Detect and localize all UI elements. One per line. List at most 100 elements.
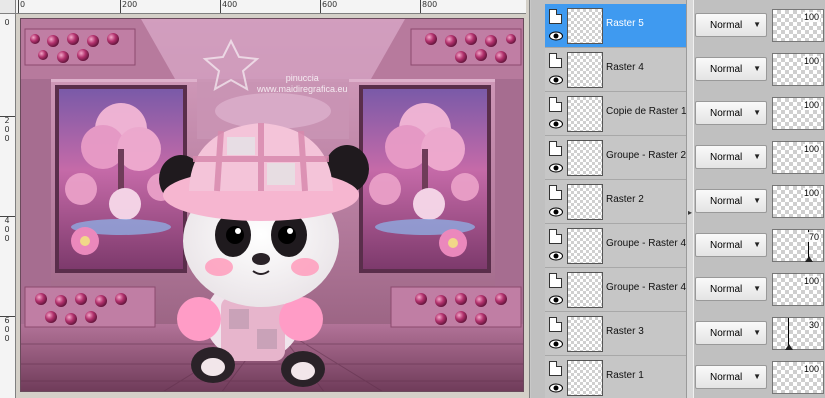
blend-mode-value: Normal: [710, 152, 743, 163]
eye-icon[interactable]: [549, 30, 563, 42]
opacity-value: 100: [802, 144, 820, 154]
layer-item[interactable]: Groupe - Raster 4: [545, 268, 686, 312]
eye-icon[interactable]: [549, 206, 563, 218]
blend-mode-dropdown[interactable]: Normal ▼: [695, 101, 767, 125]
ruler-label: 400: [222, 0, 238, 9]
canvas-workspace[interactable]: 0 200 400 600 800 0 2 0 0 4 0 0 6 0 0 pi…: [0, 0, 530, 398]
layer-name: Groupe - Raster 4: [606, 282, 686, 293]
raster-layer-icon: [549, 361, 562, 376]
layer-item[interactable]: Raster 3: [545, 312, 686, 356]
dropdown-arrow-icon: ▼: [753, 284, 761, 293]
layer-row[interactable]: Raster 4 Normal ▼ 100: [545, 48, 825, 92]
raster-layer-icon: [549, 9, 562, 24]
layer-row[interactable]: Groupe - Raster 2 Normal ▼ 100: [545, 136, 825, 180]
layer-row[interactable]: Raster 2 Normal ▼ 100: [545, 180, 825, 224]
opacity-value: 70: [807, 232, 820, 242]
layer-row[interactable]: Raster 5 Normal ▼ 100: [545, 4, 825, 48]
layer-name: Groupe - Raster 2: [606, 150, 686, 161]
layer-item[interactable]: Raster 1: [545, 356, 686, 398]
dropdown-arrow-icon: ▼: [753, 328, 761, 337]
blend-mode-value: Normal: [710, 240, 743, 251]
layer-row[interactable]: Copie de Raster 1 Normal ▼ 100: [545, 92, 825, 136]
layer-item[interactable]: Groupe - Raster 4: [545, 224, 686, 268]
opacity-slider[interactable]: 30: [772, 317, 824, 350]
layer-thumbnail: [567, 228, 603, 264]
dropdown-arrow-icon: ▼: [753, 64, 761, 73]
eye-icon[interactable]: [549, 382, 563, 394]
opacity-value: 100: [802, 276, 820, 286]
blend-mode-dropdown[interactable]: Normal ▼: [695, 13, 767, 37]
layer-name: Raster 2: [606, 194, 644, 205]
opacity-slider[interactable]: 70: [772, 229, 824, 262]
ruler-label: 0: [20, 0, 26, 9]
opacity-slider[interactable]: 100: [772, 141, 824, 174]
blend-mode-value: Normal: [710, 328, 743, 339]
eye-icon[interactable]: [549, 74, 563, 86]
raster-layer-icon: [549, 53, 562, 68]
blend-mode-dropdown[interactable]: Normal ▼: [695, 189, 767, 213]
blend-mode-dropdown[interactable]: Normal ▼: [695, 321, 767, 345]
ruler-label: 6 0 0: [4, 316, 10, 343]
blend-mode-value: Normal: [710, 284, 743, 295]
dropdown-arrow-icon: ▼: [753, 240, 761, 249]
blend-mode-dropdown[interactable]: Normal ▼: [695, 145, 767, 169]
blend-mode-value: Normal: [710, 196, 743, 207]
layer-thumbnail: [567, 96, 603, 132]
opacity-slider[interactable]: 100: [772, 97, 824, 130]
layer-thumbnail: [567, 140, 603, 176]
opacity-slider[interactable]: 100: [772, 53, 824, 86]
raster-layer-icon: [549, 97, 562, 112]
opacity-slider[interactable]: 100: [772, 273, 824, 306]
blend-mode-dropdown[interactable]: Normal ▼: [695, 57, 767, 81]
layer-thumbnail: [567, 272, 603, 308]
ruler-label: 0: [4, 18, 10, 27]
raster-layer-icon: [549, 273, 562, 288]
ruler-label: 2 0 0: [4, 116, 10, 143]
dropdown-arrow-icon: ▼: [753, 152, 761, 161]
dropdown-arrow-icon: ▼: [753, 196, 761, 205]
dropdown-arrow-icon: ▼: [753, 108, 761, 117]
image-canvas[interactable]: pinuccia www.maidiregrafica.eu: [20, 18, 524, 392]
eye-icon[interactable]: [549, 294, 563, 306]
opacity-fill: [773, 230, 809, 261]
layer-item[interactable]: Copie de Raster 1: [545, 92, 686, 136]
layer-row[interactable]: Raster 3 Normal ▼ 30: [545, 312, 825, 356]
layer-row[interactable]: Groupe - Raster 4 Normal ▼ 100: [545, 268, 825, 312]
opacity-value: 100: [802, 56, 820, 66]
layer-item[interactable]: Raster 5: [545, 4, 686, 48]
eye-icon[interactable]: [549, 118, 563, 130]
opacity-slider[interactable]: 100: [772, 9, 824, 42]
opacity-slider[interactable]: 100: [772, 361, 824, 394]
blend-mode-dropdown[interactable]: Normal ▼: [695, 365, 767, 389]
ruler-label: 600: [322, 0, 338, 9]
ruler-corner: [0, 0, 16, 14]
blend-mode-value: Normal: [710, 108, 743, 119]
opacity-pointer-icon: [805, 256, 813, 262]
blend-mode-value: Normal: [710, 20, 743, 31]
layer-item[interactable]: Groupe - Raster 2: [545, 136, 686, 180]
ruler-label: 200: [122, 0, 138, 9]
watermark-text: pinuccia www.maidiregrafica.eu: [257, 73, 348, 94]
layer-row[interactable]: Groupe - Raster 4 Normal ▼ 70: [545, 224, 825, 268]
eye-icon[interactable]: [549, 250, 563, 262]
blend-mode-dropdown[interactable]: Normal ▼: [695, 233, 767, 257]
ruler-horizontal: 0 200 400 600 800: [16, 0, 526, 14]
opacity-value: 30: [807, 320, 820, 330]
blend-mode-dropdown[interactable]: Normal ▼: [695, 277, 767, 301]
layer-item[interactable]: Raster 2: [545, 180, 686, 224]
layer-thumbnail: [567, 52, 603, 88]
eye-icon[interactable]: [549, 338, 563, 350]
opacity-value: 100: [802, 12, 820, 22]
layer-name: Groupe - Raster 4: [606, 238, 686, 249]
layer-thumbnail: [567, 8, 603, 44]
layer-name: Raster 3: [606, 326, 644, 337]
layer-row[interactable]: Raster 1 Normal ▼ 100: [545, 356, 825, 398]
dropdown-arrow-icon: ▼: [753, 20, 761, 29]
dropdown-arrow-icon: ▼: [753, 372, 761, 381]
layer-item[interactable]: Raster 4: [545, 48, 686, 92]
opacity-slider[interactable]: 100: [772, 185, 824, 218]
blend-mode-value: Normal: [710, 64, 743, 75]
raster-layer-icon: [549, 185, 562, 200]
opacity-value: 100: [802, 364, 820, 374]
eye-icon[interactable]: [549, 162, 563, 174]
